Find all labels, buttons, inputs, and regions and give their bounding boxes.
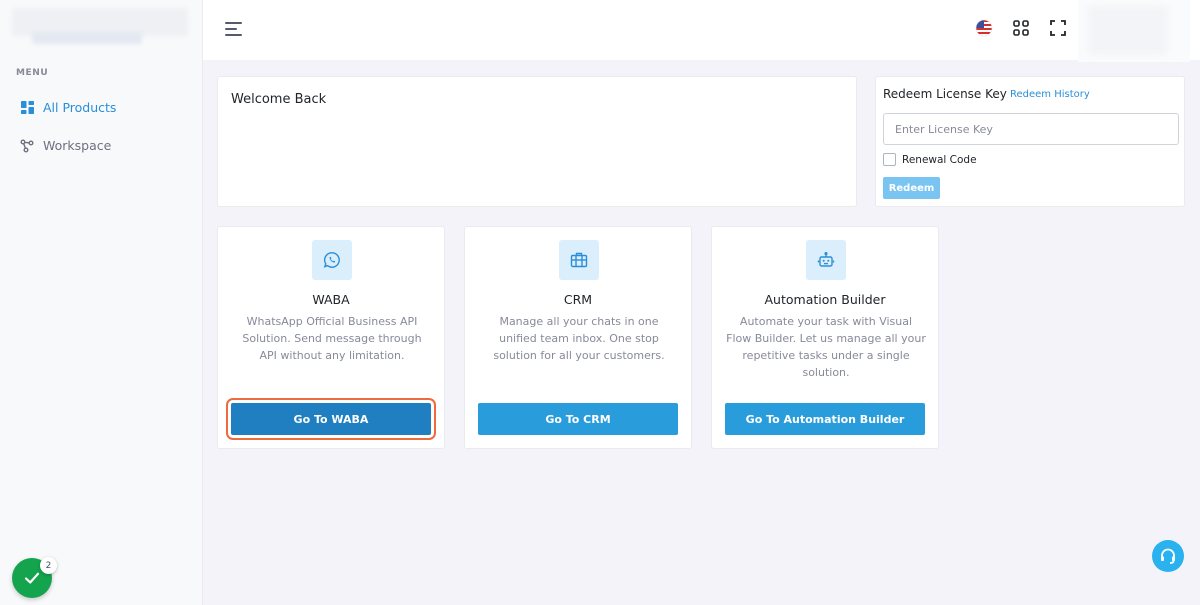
share-nodes-icon xyxy=(20,139,34,153)
profile-dropdown[interactable] xyxy=(1078,0,1190,62)
product-description: Manage all your chats in one unified tea… xyxy=(493,315,665,362)
welcome-card: Welcome Back xyxy=(217,76,857,207)
sidebar-item-all-products[interactable]: All Products xyxy=(20,100,116,115)
sidebar-item-label: All Products xyxy=(43,100,117,115)
redeem-history-link[interactable]: Redeem History xyxy=(1010,89,1090,100)
sidebar-item-workspace[interactable]: Workspace xyxy=(20,138,111,153)
product-card-automation-builder: Automation Builder Automate your task wi… xyxy=(711,226,939,449)
briefcase-icon xyxy=(559,240,599,280)
product-title: Automation Builder xyxy=(764,292,886,307)
menu-toggle-icon[interactable] xyxy=(225,20,245,36)
topbar xyxy=(203,0,1200,62)
robot-icon xyxy=(806,240,846,280)
apps-grid-icon[interactable] xyxy=(1011,18,1031,38)
product-card-waba: WABA WhatsApp Official Business API Solu… xyxy=(217,226,445,449)
product-description: WhatsApp Official Business API Solution.… xyxy=(242,315,422,362)
checklist-count-badge: 2 xyxy=(40,557,57,574)
whatsapp-icon xyxy=(312,240,352,280)
go-to-crm-button[interactable]: Go To CRM xyxy=(478,403,678,435)
renewal-code-option: Renewal Code xyxy=(883,153,977,166)
product-title: CRM xyxy=(563,292,593,307)
sidebar: MENU All Products Workspace xyxy=(0,0,203,605)
redeem-button[interactable]: Redeem xyxy=(883,177,940,199)
fullscreen-icon[interactable] xyxy=(1048,18,1068,38)
go-to-automation-builder-button[interactable]: Go To Automation Builder xyxy=(725,403,925,435)
welcome-title: Welcome Back xyxy=(231,92,327,107)
renewal-code-label: Renewal Code xyxy=(902,153,977,166)
product-description: Automate your task with Visual Flow Buil… xyxy=(726,315,926,379)
us-flag-icon[interactable] xyxy=(974,18,994,38)
grid-icon xyxy=(20,101,34,115)
headset-icon xyxy=(1161,548,1175,564)
redeem-title: Redeem License Key xyxy=(883,87,1007,101)
product-card-crm: CRM Manage all your chats in one unified… xyxy=(464,226,692,449)
license-key-input[interactable] xyxy=(883,113,1179,145)
go-to-waba-button[interactable]: Go To WABA xyxy=(231,403,431,435)
menu-title: MENU xyxy=(16,68,49,78)
sidebar-item-label: Workspace xyxy=(43,138,112,153)
help-chat-button[interactable] xyxy=(1152,540,1184,572)
product-title: WABA xyxy=(312,292,350,307)
logo[interactable] xyxy=(12,8,188,44)
check-icon xyxy=(24,572,40,584)
redeem-card: Redeem License Key Redeem History Renewa… xyxy=(875,76,1185,207)
renewal-code-checkbox[interactable] xyxy=(883,153,896,166)
